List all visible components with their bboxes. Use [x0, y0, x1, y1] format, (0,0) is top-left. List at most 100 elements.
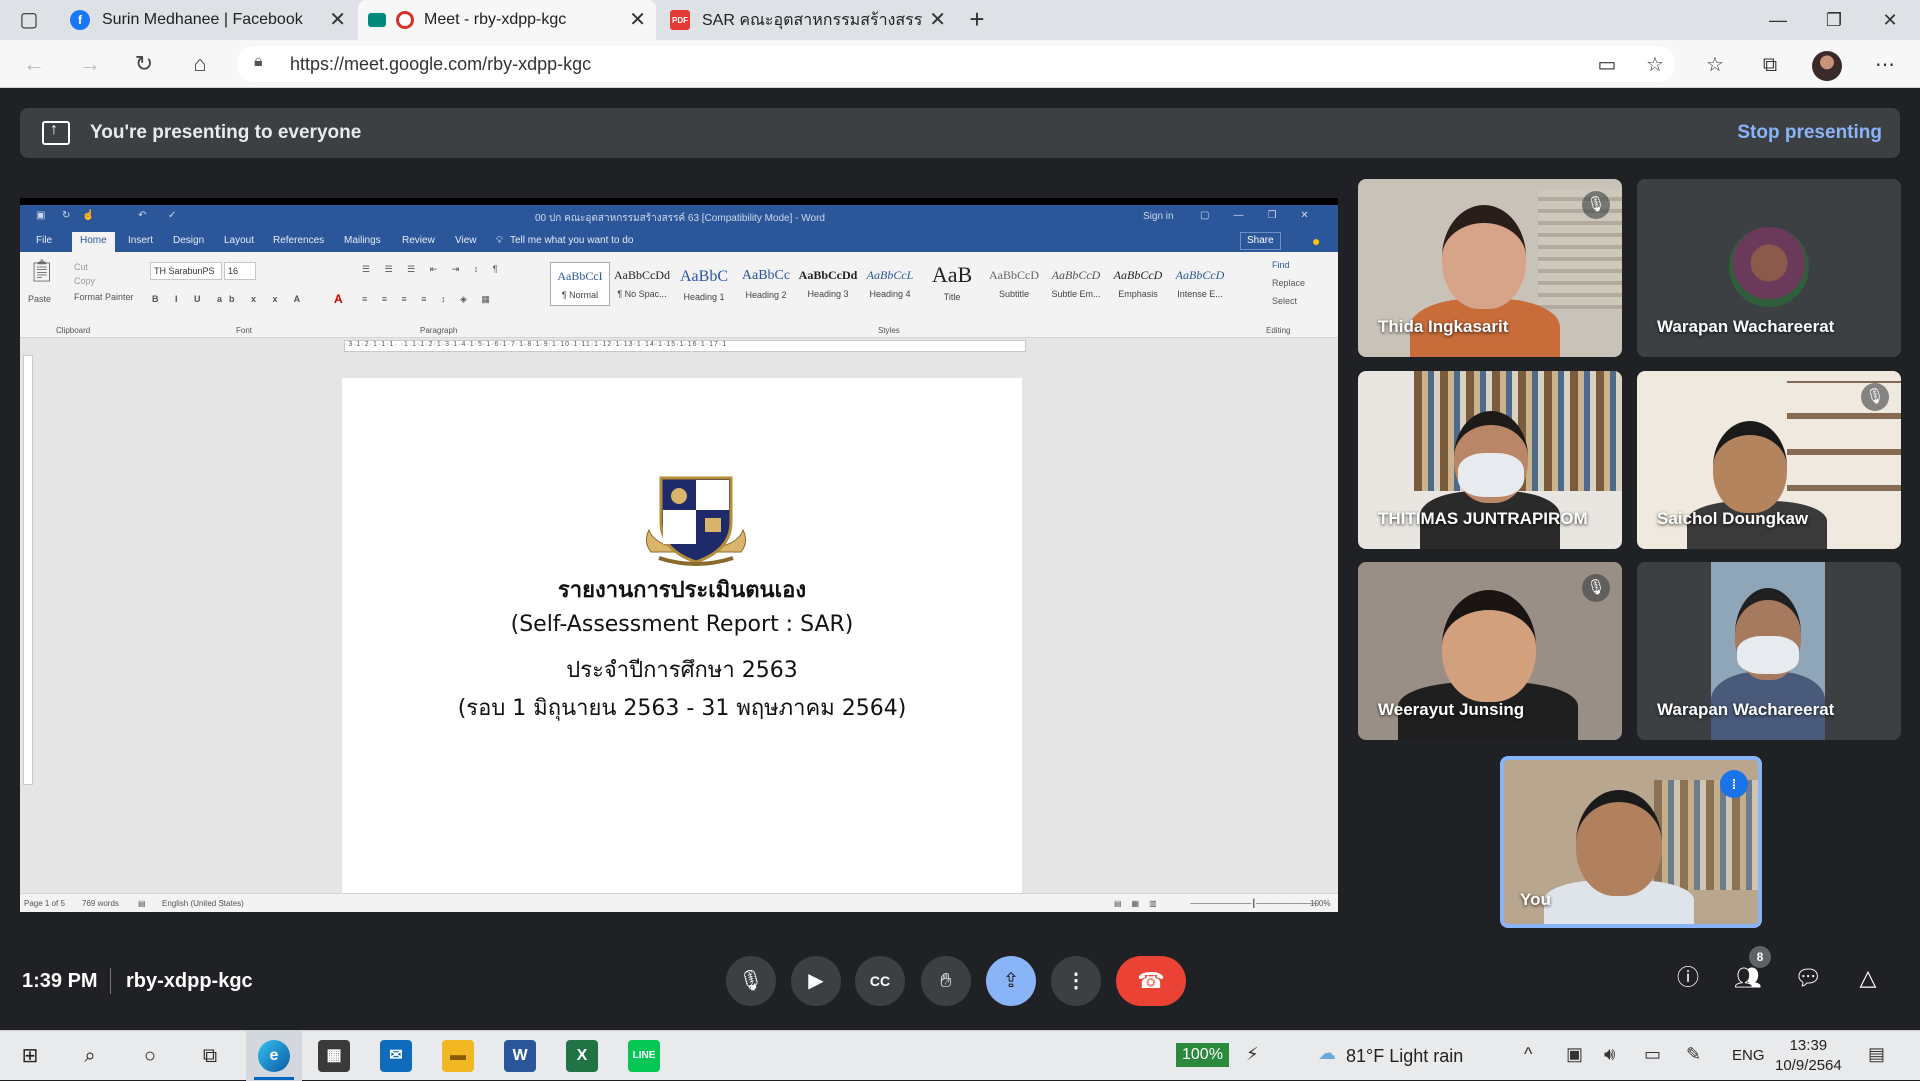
word-window-controls: ▢—❐✕	[1200, 210, 1333, 221]
maximize-icon[interactable]: ❐	[1814, 6, 1854, 34]
weather-widget[interactable]: 81°F Light rain	[1346, 1046, 1463, 1067]
participant-tile[interactable]: 🎙︎ Weerayut Junsing	[1358, 562, 1622, 740]
tab-sar-pdf[interactable]: PDF SAR คณะอุตสาหกรรมสร้างสรรค์ 256 ✕	[660, 0, 956, 40]
search-icon[interactable]: ⌕	[74, 1040, 106, 1072]
group-clipboard: Clipboard	[56, 326, 91, 335]
meeting-details-icon[interactable]: ⓘ	[1668, 958, 1708, 998]
document-line-4: (รอบ 1 มิถุนายน 2563 - 31 พฤษภาคม 2564)	[457, 696, 907, 721]
word-menu-home: Home	[72, 232, 115, 252]
camera-button[interactable]: ▶	[791, 956, 841, 1006]
back-icon[interactable]: ←	[20, 50, 48, 78]
new-tab-icon[interactable]: +	[964, 6, 990, 32]
activities-icon[interactable]: △	[1848, 958, 1888, 998]
font-format-icons: B I U ab x x A	[152, 294, 308, 304]
microsoft-store-icon[interactable]: ▦	[318, 1040, 350, 1072]
url-field[interactable]: 🔒︎ https://meet.google.com/rby-xdpp-kgc	[236, 46, 1676, 82]
proofing-icon: ▤	[138, 899, 146, 908]
favorites-icon[interactable]: ☆	[1702, 52, 1728, 78]
align-icons: ≡ ≡ ≡ ≡ ↕ ◈ ▦	[362, 294, 496, 304]
battery-icon[interactable]: ▭	[1644, 1044, 1661, 1065]
refresh-icon[interactable]: ↻	[130, 50, 158, 78]
select-label: Select	[1272, 296, 1298, 306]
add-favorite-icon[interactable]: ☆	[1642, 52, 1668, 78]
document-line-3: ประจำปีการศึกษา 2563	[566, 658, 798, 683]
style-heading-4: AaBbCcL Heading 4	[866, 268, 914, 299]
mail-icon[interactable]: ✉	[380, 1040, 412, 1072]
task-view-icon[interactable]: ⧉	[194, 1040, 226, 1072]
minimize-icon[interactable]: —	[1758, 6, 1798, 34]
word-title-bar: ▣ ↻ ☝ ↶ ✓ 00 ปก คณะอุตสาหกรรมสร้างสรรค์ …	[20, 205, 1338, 230]
recording-icon	[396, 11, 414, 29]
participant-tile[interactable]: 🎙︎ Thida Ingkasarit	[1358, 179, 1622, 357]
chat-icon[interactable]: 💬︎	[1788, 958, 1828, 998]
url-text: https://meet.google.com/rby-xdpp-kgc	[290, 54, 592, 74]
participant-tile[interactable]: THITIMAS JUNTRAPIROM	[1358, 371, 1622, 549]
close-tab-icon[interactable]: ✕	[629, 10, 646, 30]
edge-browser-icon[interactable]: e	[258, 1040, 290, 1072]
home-icon[interactable]: ⌂	[186, 50, 214, 78]
battery-percentage: 100%	[1176, 1043, 1229, 1067]
windows-start-icon[interactable]: ⊞	[14, 1040, 46, 1072]
spelling-icon: ✓	[168, 210, 177, 221]
show-hidden-icons[interactable]: ^	[1524, 1044, 1532, 1065]
language-status: English (United States)	[162, 899, 244, 908]
line-icon[interactable]: LINE	[628, 1040, 660, 1072]
leave-call-button[interactable]: ☎︎	[1116, 956, 1186, 1006]
word-document-title: 00 ปก คณะอุตสาหกรรมสร้างสรรค์ 63 [Compat…	[535, 213, 825, 224]
participant-tile[interactable]: 🎙︎ Saichol Doungkaw	[1637, 371, 1901, 549]
style-heading-2: AaBbCc Heading 2	[741, 268, 791, 300]
present-now-button[interactable]: ⇪	[986, 956, 1036, 1006]
cortana-icon[interactable]: ○	[134, 1040, 166, 1072]
group-editing: Editing	[1266, 326, 1291, 335]
participant-avatar	[1729, 227, 1809, 307]
word-menu-mailings: Mailings	[344, 235, 381, 246]
style-subtle-emphasis: AaBbCcD Subtle Em...	[1051, 268, 1101, 299]
tab-facebook[interactable]: f Surin Medhanee | Facebook ✕	[60, 0, 356, 40]
pen-icon[interactable]: ✎	[1686, 1044, 1701, 1065]
present-screen-icon	[42, 121, 70, 145]
participant-tile[interactable]: Warapan Wachareerat	[1637, 562, 1901, 740]
captions-button[interactable]: CC	[855, 956, 905, 1006]
stop-presenting-button[interactable]: Stop presenting	[1737, 122, 1882, 144]
format-painter-label: Format Painter	[74, 292, 134, 302]
close-tab-icon[interactable]: ✕	[929, 10, 946, 30]
forward-icon[interactable]: →	[76, 50, 104, 78]
document-page: รายงานการประเมินตนเอง (Self-Assessment R…	[342, 378, 1022, 898]
view-icons: ▤▦▥	[1114, 899, 1167, 908]
paste-label: Paste	[28, 294, 52, 304]
close-tab-icon[interactable]: ✕	[329, 10, 346, 30]
style-heading-3: AaBbCcDd Heading 3	[798, 268, 858, 299]
person-face	[1442, 205, 1526, 309]
notifications-icon[interactable]: ▤	[1868, 1044, 1885, 1065]
word-status-bar: Page 1 of 5 769 words ▤ English (United …	[20, 893, 1338, 912]
tab-actions-icon[interactable]: ▢	[16, 7, 42, 33]
lock-icon: 🔒︎	[254, 53, 263, 70]
volume-icon[interactable]: 🔊︎	[1604, 1044, 1615, 1065]
word-icon[interactable]: W	[504, 1040, 536, 1072]
style-no-spacing: AaBbCcDd ¶ No Spac...	[614, 268, 670, 299]
camera-in-use-icon[interactable]: ▭	[1594, 52, 1620, 78]
facebook-icon: f	[70, 10, 90, 30]
network-icon[interactable]: ▣	[1566, 1044, 1583, 1065]
clock-date: 10/9/2564	[1775, 1057, 1842, 1074]
file-explorer-icon[interactable]: ▬	[442, 1040, 474, 1072]
collections-icon[interactable]: ⧉	[1757, 52, 1783, 78]
excel-icon[interactable]: X	[566, 1040, 598, 1072]
raise-hand-button[interactable]: ✋︎	[921, 956, 971, 1006]
microphone-button[interactable]: 🎙︎	[726, 956, 776, 1006]
system-clock[interactable]: 13:39 10/9/2564	[1775, 1036, 1842, 1076]
input-language[interactable]: ENG	[1732, 1047, 1765, 1064]
participant-tile[interactable]: Warapan Wachareerat	[1637, 179, 1901, 357]
profile-avatar[interactable]	[1812, 51, 1842, 81]
tab-meet[interactable]: Meet - rby-xdpp-kgc ✕	[358, 0, 656, 40]
word-sign-in: Sign in	[1143, 211, 1174, 222]
close-window-icon[interactable]: ✕	[1870, 6, 1910, 34]
more-menu-icon[interactable]: ⋯	[1872, 52, 1898, 78]
self-view-tile[interactable]: ⁞ You	[1500, 756, 1762, 928]
participant-name: Thida Ingkasarit	[1378, 317, 1509, 336]
more-options-button[interactable]: ⋮	[1051, 956, 1101, 1006]
style-heading-1: AaBbC Heading 1	[680, 268, 728, 302]
zoom-slider: −──────────┃──────────+	[1190, 899, 1318, 908]
word-menu-bar: File Home Insert Design Layout Reference…	[20, 230, 1338, 252]
style-intense-emphasis: AaBbCcD Intense E...	[1175, 268, 1225, 299]
